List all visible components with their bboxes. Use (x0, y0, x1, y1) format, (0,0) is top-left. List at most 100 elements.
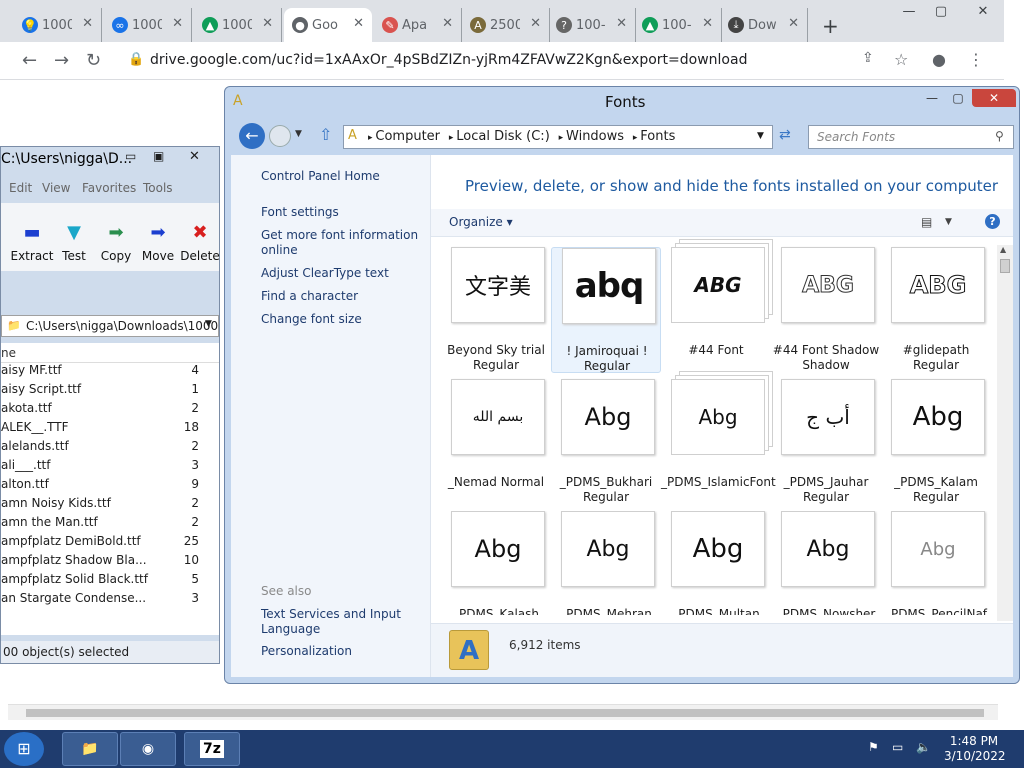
breadcrumb-dropdown-icon[interactable]: ▼ (757, 131, 764, 141)
task-link[interactable]: Control Panel Home (261, 169, 421, 184)
fonts-close-button[interactable]: ✕ (972, 89, 1016, 107)
refresh-icon[interactable]: ⇄ (779, 127, 791, 143)
tab-3[interactable]: ● Goo ✕ (284, 8, 372, 42)
list-item[interactable]: ALEK__.TTF 18 (1, 420, 219, 439)
profile-icon[interactable]: ● (932, 50, 946, 69)
menu-icon[interactable]: ⋮ (968, 50, 984, 69)
close-tab-icon[interactable]: ✕ (172, 16, 183, 31)
search-icon[interactable]: ⚲ (995, 129, 1004, 143)
close-tab-icon[interactable]: ✕ (530, 16, 541, 31)
forward-button[interactable] (269, 125, 291, 147)
breadcrumb-separator-icon[interactable]: ▸ (446, 133, 456, 143)
fonts-maximize-button[interactable]: ▢ (945, 89, 971, 107)
column-header-name[interactable]: ne (1, 343, 219, 363)
clock[interactable]: 1:48 PM 3/10/2022 (944, 734, 1006, 764)
close-tab-icon[interactable]: ✕ (82, 16, 93, 31)
extract-button[interactable]: ▬ Extract (9, 223, 55, 264)
font-tile[interactable]: Abg _PDMS_Mehran (551, 511, 661, 615)
font-tile[interactable]: abq ! Jamiroquai ! Regular (551, 247, 661, 373)
history-chevron-icon[interactable]: ▼ (295, 129, 302, 139)
breadcrumb-item[interactable]: Fonts (640, 129, 675, 144)
tab-5[interactable]: A 2500 ✕ (462, 8, 550, 42)
list-item[interactable]: amn Noisy Kids.ttf 2 (1, 496, 219, 515)
close-tab-icon[interactable]: ✕ (788, 16, 799, 31)
font-tile[interactable]: ABG #glidepath Regular (881, 247, 991, 373)
list-item[interactable]: aisy MF.ttf 4 (1, 363, 219, 382)
menu-edit[interactable]: Edit (9, 181, 32, 195)
url-text[interactable]: drive.google.com/uc?id=1xAAxOr_4pSBdZIZn… (150, 52, 747, 68)
close-tab-icon[interactable]: ✕ (353, 16, 364, 31)
list-item[interactable]: ali___.ttf 3 (1, 458, 219, 477)
font-tile[interactable]: بسم الله _Nemad Normal (441, 379, 551, 505)
list-item[interactable]: alton.ttf 9 (1, 477, 219, 496)
close-tab-icon[interactable]: ✕ (262, 16, 273, 31)
7zip-taskbar-button[interactable]: 7z (184, 732, 240, 766)
help-icon[interactable]: ? (985, 214, 1000, 229)
tab-2[interactable]: ▲ 1000 ✕ (194, 8, 282, 42)
list-item[interactable]: ampfplatz DemiBold.ttf 25 (1, 534, 219, 553)
zip-close-button[interactable]: ✕ (189, 149, 200, 164)
font-tile[interactable]: Abg _PDMS_IslamicFont (661, 379, 776, 505)
copy-button[interactable]: ➡ Copy (93, 223, 139, 264)
close-tab-icon[interactable]: ✕ (702, 16, 713, 31)
network-icon[interactable]: ▭ (892, 740, 903, 754)
font-tile[interactable]: 文字美 Beyond Sky trial Regular (441, 247, 551, 373)
forward-icon[interactable]: → (54, 50, 69, 71)
breadcrumb[interactable]: A ▸ Computer ▸ Local Disk (C:) ▸ Windows… (343, 125, 773, 149)
start-button[interactable]: ⊞ (4, 732, 44, 766)
close-tab-icon[interactable]: ✕ (442, 16, 453, 31)
action-center-icon[interactable]: ⚑ (868, 740, 879, 754)
breadcrumb-separator-icon[interactable]: ▸ (630, 133, 640, 143)
horizontal-scrollbar[interactable] (8, 704, 998, 720)
menu-view[interactable]: View (42, 181, 70, 195)
delete-button[interactable]: ✖ Delete (177, 223, 223, 264)
breadcrumb-item[interactable]: Windows (566, 129, 624, 144)
up-arrow-icon[interactable]: ⇧ (319, 125, 332, 144)
font-tile[interactable]: Abg _PDMS_Bukhari Regular (551, 379, 661, 505)
menu-tools[interactable]: Tools (143, 181, 173, 195)
font-tile[interactable]: Abg _PDMS_PencilNaf (881, 511, 991, 615)
font-tile[interactable]: Abg _PDMS_Kalash (441, 511, 551, 615)
list-item[interactable]: aisy Script.ttf 1 (1, 382, 219, 401)
font-tile[interactable]: Abg _PDMS_Nowsher (771, 511, 881, 615)
task-link[interactable]: Get more font information online (261, 228, 421, 258)
see-also-link[interactable]: Text Services and Input Language (261, 607, 411, 637)
font-tile[interactable]: ABG #44 Font Shadow Shadow (771, 247, 881, 373)
font-tile[interactable]: Abg _PDMS_Multan (661, 511, 771, 615)
tab-6[interactable]: ? 100- ✕ (548, 8, 636, 42)
list-item[interactable]: alelands.ttf 2 (1, 439, 219, 458)
task-link[interactable]: Change font size (261, 312, 421, 327)
task-link[interactable]: Font settings (261, 205, 421, 220)
tab-8[interactable]: ⤓ Dow ✕ (720, 8, 808, 42)
new-tab-button[interactable]: + (822, 14, 839, 38)
file-explorer-icon[interactable]: 📁 (62, 732, 118, 766)
breadcrumb-item[interactable]: Local Disk (C:) (456, 129, 549, 144)
reload-icon[interactable]: ↻ (86, 50, 101, 71)
vertical-scrollbar[interactable]: ▲ (997, 245, 1013, 621)
maximize-button[interactable]: ▢ (924, 0, 958, 22)
menu-favorites[interactable]: Favorites (82, 181, 136, 195)
zip-path-field[interactable]: C:\Users\nigga\Downloads\1000 (1, 315, 219, 337)
tab-1[interactable]: ∞ 1000 ✕ (104, 8, 192, 42)
address-bar[interactable]: 🔒 drive.google.com/uc?id=1xAAxOr_4pSBdZI… (116, 46, 932, 76)
chrome-icon[interactable]: ◉ (120, 732, 176, 766)
move-button[interactable]: ➡ Move (135, 223, 181, 264)
list-item[interactable]: amn the Man.ttf 2 (1, 515, 219, 534)
task-link[interactable]: Adjust ClearType text (261, 266, 421, 281)
close-button[interactable]: ✕ (962, 0, 1004, 22)
see-also-link[interactable]: Personalization (261, 644, 411, 659)
zip-maximize-button[interactable]: ▣ (153, 149, 164, 163)
list-item[interactable]: an Stargate Condense... 3 (1, 591, 219, 610)
list-item[interactable]: ampfplatz Shadow Bla... 10 (1, 553, 219, 572)
view-icon[interactable]: ▤ (921, 215, 932, 229)
minimize-button[interactable]: — (892, 0, 926, 22)
organize-button[interactable]: Organize ▾ (449, 215, 513, 229)
view-dropdown-icon[interactable]: ▼ (945, 217, 952, 227)
task-link[interactable]: Find a character (261, 289, 421, 304)
chevron-down-icon[interactable]: ▼ (205, 319, 212, 329)
test-button[interactable]: ▼ Test (51, 223, 97, 264)
fonts-minimize-button[interactable]: — (919, 89, 945, 107)
list-item[interactable]: akota.ttf 2 (1, 401, 219, 420)
font-tile[interactable]: أب ج _PDMS_Jauhar Regular (771, 379, 881, 505)
search-input[interactable]: Search Fonts (808, 125, 1014, 149)
